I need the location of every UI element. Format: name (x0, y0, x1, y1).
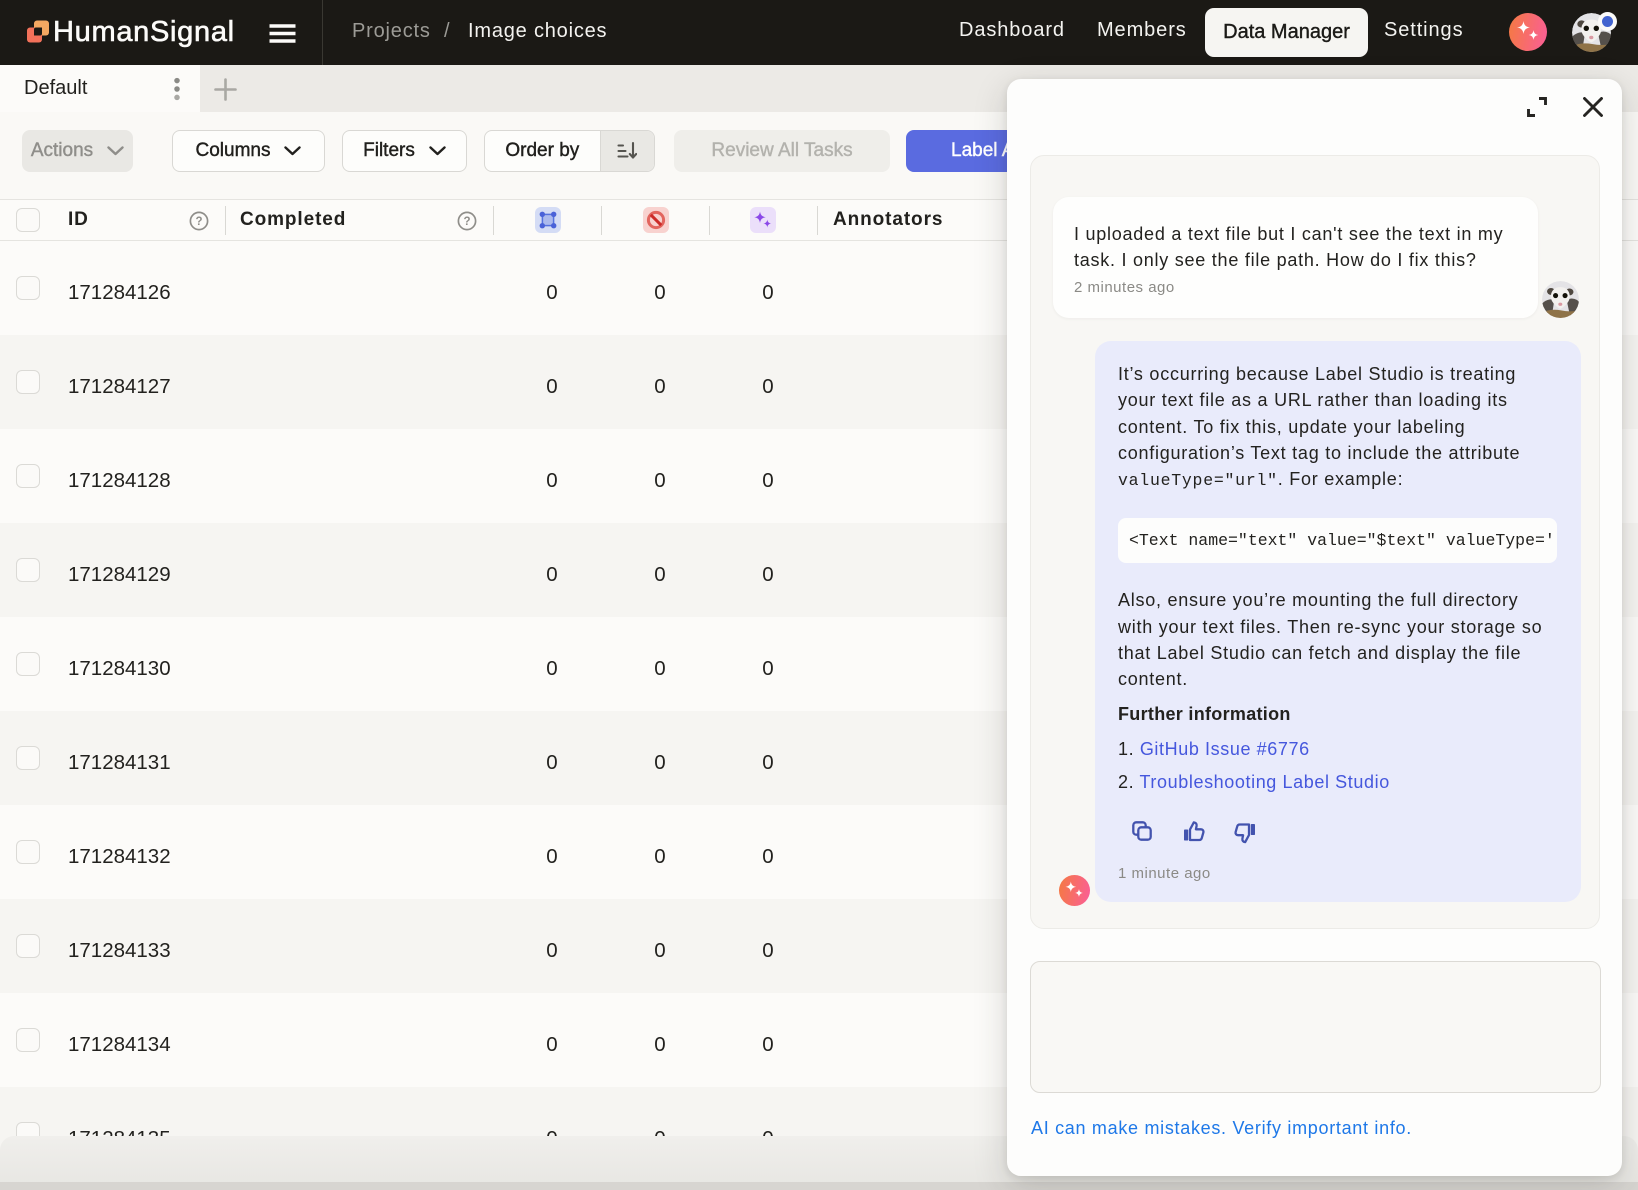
svg-text:?: ? (463, 216, 470, 228)
svg-text:?: ? (195, 216, 202, 228)
